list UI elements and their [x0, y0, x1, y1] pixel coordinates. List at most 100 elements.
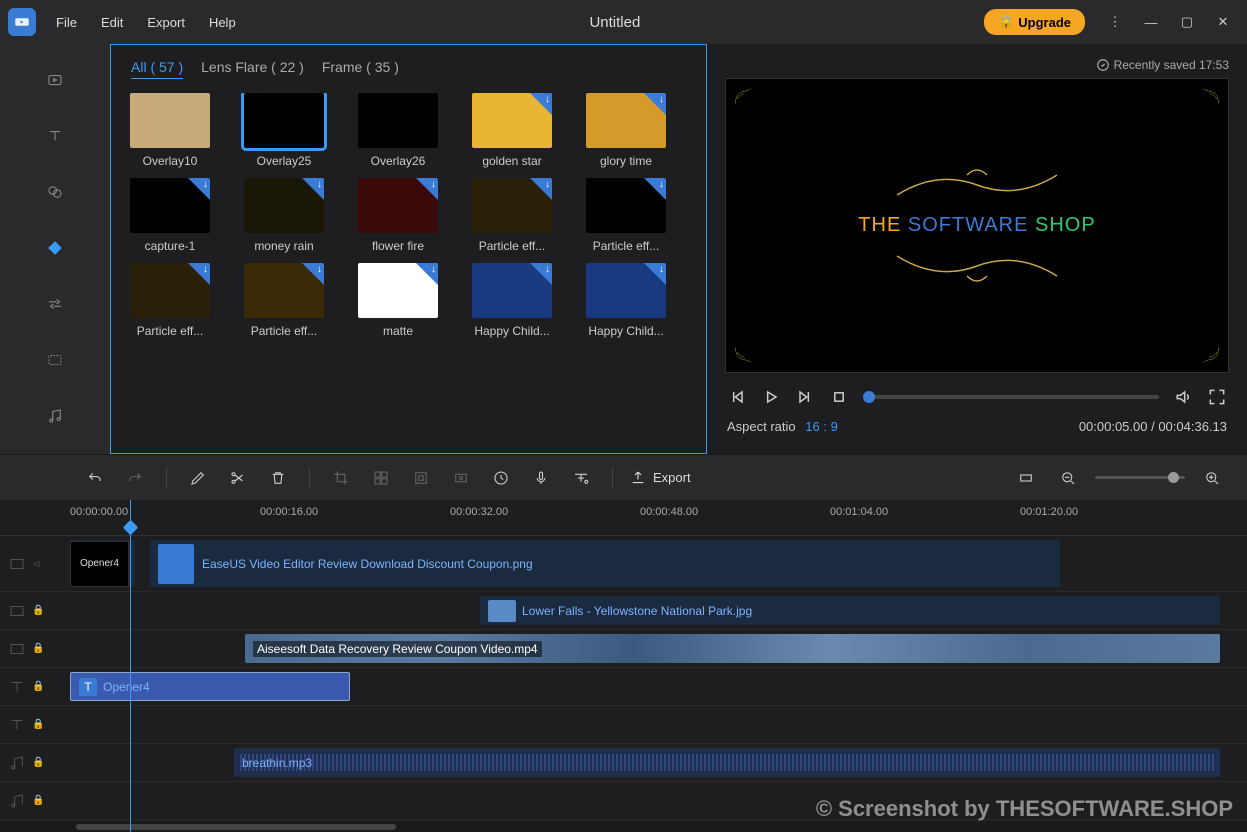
overlay-item[interactable]: money rain [239, 178, 329, 253]
overlay-item[interactable]: capture-1 [125, 178, 215, 253]
sidebar-text-icon[interactable] [39, 120, 71, 152]
ruler-tick: 00:01:04.00 [830, 506, 888, 518]
mosaic-button[interactable] [366, 463, 396, 493]
overlay-grid[interactable]: Overlay10 Overlay25 Overlay26 golden star gl… [111, 93, 706, 453]
lock-icon: 🔒 [998, 14, 1014, 30]
sidebar-transitions-icon[interactable] [39, 288, 71, 320]
overlay-thumbnail [586, 93, 666, 148]
overlay-item[interactable]: Particle eff... [581, 178, 671, 253]
aspect-value[interactable]: 16 : 9 [805, 419, 838, 434]
track-overlay-1: 🔒 Lower Falls - Yellowstone National Par… [0, 592, 1247, 630]
track-head[interactable]: 🔒 [0, 782, 70, 819]
edit-button[interactable] [183, 463, 213, 493]
ruler-tick: 00:00:00.00 [70, 506, 128, 518]
overlay-item[interactable]: golden star [467, 93, 557, 168]
track-overlay-2: 🔒 Aiseesoft Data Recovery Review Coupon … [0, 630, 1247, 668]
overlay-item[interactable]: Particle eff... [239, 263, 329, 338]
sidebar-music-icon[interactable] [39, 400, 71, 432]
ruler-tick: 00:00:32.00 [450, 506, 508, 518]
track-head[interactable]: 🔒 [0, 744, 70, 781]
overlay-item[interactable]: Happy Child... [581, 263, 671, 338]
download-icon [188, 263, 210, 285]
overlay-item[interactable]: Particle eff... [467, 178, 557, 253]
next-frame-button[interactable] [795, 387, 815, 407]
crop-button[interactable] [326, 463, 356, 493]
filter-tab-all[interactable]: All ( 57 ) [131, 59, 183, 79]
download-icon [644, 93, 666, 115]
download-icon [530, 93, 552, 115]
menu-help[interactable]: Help [199, 9, 246, 36]
minimize-button[interactable]: — [1135, 8, 1167, 36]
play-button[interactable] [761, 387, 781, 407]
menu-dots-icon[interactable]: ⋮ [1099, 8, 1131, 36]
upgrade-button[interactable]: 🔒 Upgrade [984, 9, 1085, 35]
zoom-crop-button[interactable] [406, 463, 436, 493]
clip-opener-thumb[interactable]: Opener4 [70, 540, 135, 587]
track-head[interactable]: 🔒 [0, 668, 70, 705]
download-icon [302, 178, 324, 200]
sidebar-elements-icon[interactable] [39, 344, 71, 376]
clip-image-2[interactable]: Lower Falls - Yellowstone National Park.… [480, 596, 1220, 625]
overlay-item[interactable]: Particle eff... [125, 263, 215, 338]
fullscreen-icon[interactable] [1207, 387, 1227, 407]
overlay-item[interactable]: flower fire [353, 178, 443, 253]
overlay-item[interactable]: matte [353, 263, 443, 338]
track-head[interactable]: 🔒 [0, 592, 70, 629]
sidebar-media-icon[interactable] [39, 64, 71, 96]
stop-button[interactable] [829, 387, 849, 407]
volume-icon[interactable] [1173, 387, 1193, 407]
overlay-item[interactable]: Overlay26 [353, 93, 443, 168]
timeline-ruler[interactable]: 00:00:00.0000:00:16.0000:00:32.0000:00:4… [0, 500, 1247, 536]
zoom-in-button[interactable] [1197, 463, 1227, 493]
track-main-video: Opener4 EaseUS Video Editor Review Downl… [0, 536, 1247, 592]
zoom-fit-button[interactable] [1011, 463, 1041, 493]
voiceover-button[interactable] [526, 463, 556, 493]
ruler-tick: 00:00:16.00 [260, 506, 318, 518]
speech-button[interactable] [566, 463, 596, 493]
clip-text-opener[interactable]: T Opener4 [70, 672, 350, 701]
overlay-thumbnail [130, 93, 210, 148]
overlay-thumbnail [244, 263, 324, 318]
overlay-item[interactable]: Overlay25 [239, 93, 329, 168]
playback-slider[interactable] [863, 395, 1159, 399]
sidebar [0, 44, 110, 454]
track-head[interactable]: 🔒 [0, 706, 70, 743]
menu-export[interactable]: Export [137, 9, 195, 36]
clip-video-1[interactable]: Aiseesoft Data Recovery Review Coupon Vi… [245, 634, 1220, 663]
clip-image-1[interactable]: EaseUS Video Editor Review Download Disc… [150, 540, 1060, 587]
overlay-label: money rain [254, 239, 313, 253]
overlay-label: Happy Child... [588, 324, 663, 338]
overlay-thumbnail [472, 178, 552, 233]
overlay-item[interactable]: glory time [581, 93, 671, 168]
clip-audio-1[interactable]: breathin.mp3 [234, 748, 1220, 777]
redo-button[interactable] [120, 463, 150, 493]
export-button[interactable]: Export [629, 469, 691, 487]
filter-tab-frame[interactable]: Frame ( 35 ) [322, 59, 399, 79]
track-head[interactable]: 🔒 [0, 630, 70, 667]
split-button[interactable] [223, 463, 253, 493]
track-audio-1: 🔒 breathin.mp3 [0, 744, 1247, 782]
duration-button[interactable] [486, 463, 516, 493]
track-head[interactable] [0, 536, 70, 591]
overlay-label: flower fire [372, 239, 424, 253]
menu-file[interactable]: File [46, 9, 87, 36]
maximize-button[interactable]: ▢ [1171, 8, 1203, 36]
delete-button[interactable] [263, 463, 293, 493]
menu-edit[interactable]: Edit [91, 9, 133, 36]
prev-frame-button[interactable] [727, 387, 747, 407]
overlay-item[interactable]: Overlay10 [125, 93, 215, 168]
overlay-label: Overlay25 [257, 154, 312, 168]
export-label: Export [653, 470, 691, 485]
zoom-out-button[interactable] [1053, 463, 1083, 493]
timeline-hscroll[interactable] [0, 822, 1247, 832]
sidebar-filters-icon[interactable] [39, 176, 71, 208]
close-button[interactable]: ✕ [1207, 8, 1239, 36]
preview-viewport[interactable]: THE SOFTWARE SHOP [725, 78, 1229, 373]
freeze-button[interactable] [446, 463, 476, 493]
overlay-item[interactable]: Happy Child... [467, 263, 557, 338]
sidebar-overlays-icon[interactable] [39, 232, 71, 264]
undo-button[interactable] [80, 463, 110, 493]
zoom-slider[interactable] [1095, 476, 1185, 479]
filter-tab-lensflare[interactable]: Lens Flare ( 22 ) [201, 59, 304, 79]
playhead[interactable] [130, 500, 131, 832]
